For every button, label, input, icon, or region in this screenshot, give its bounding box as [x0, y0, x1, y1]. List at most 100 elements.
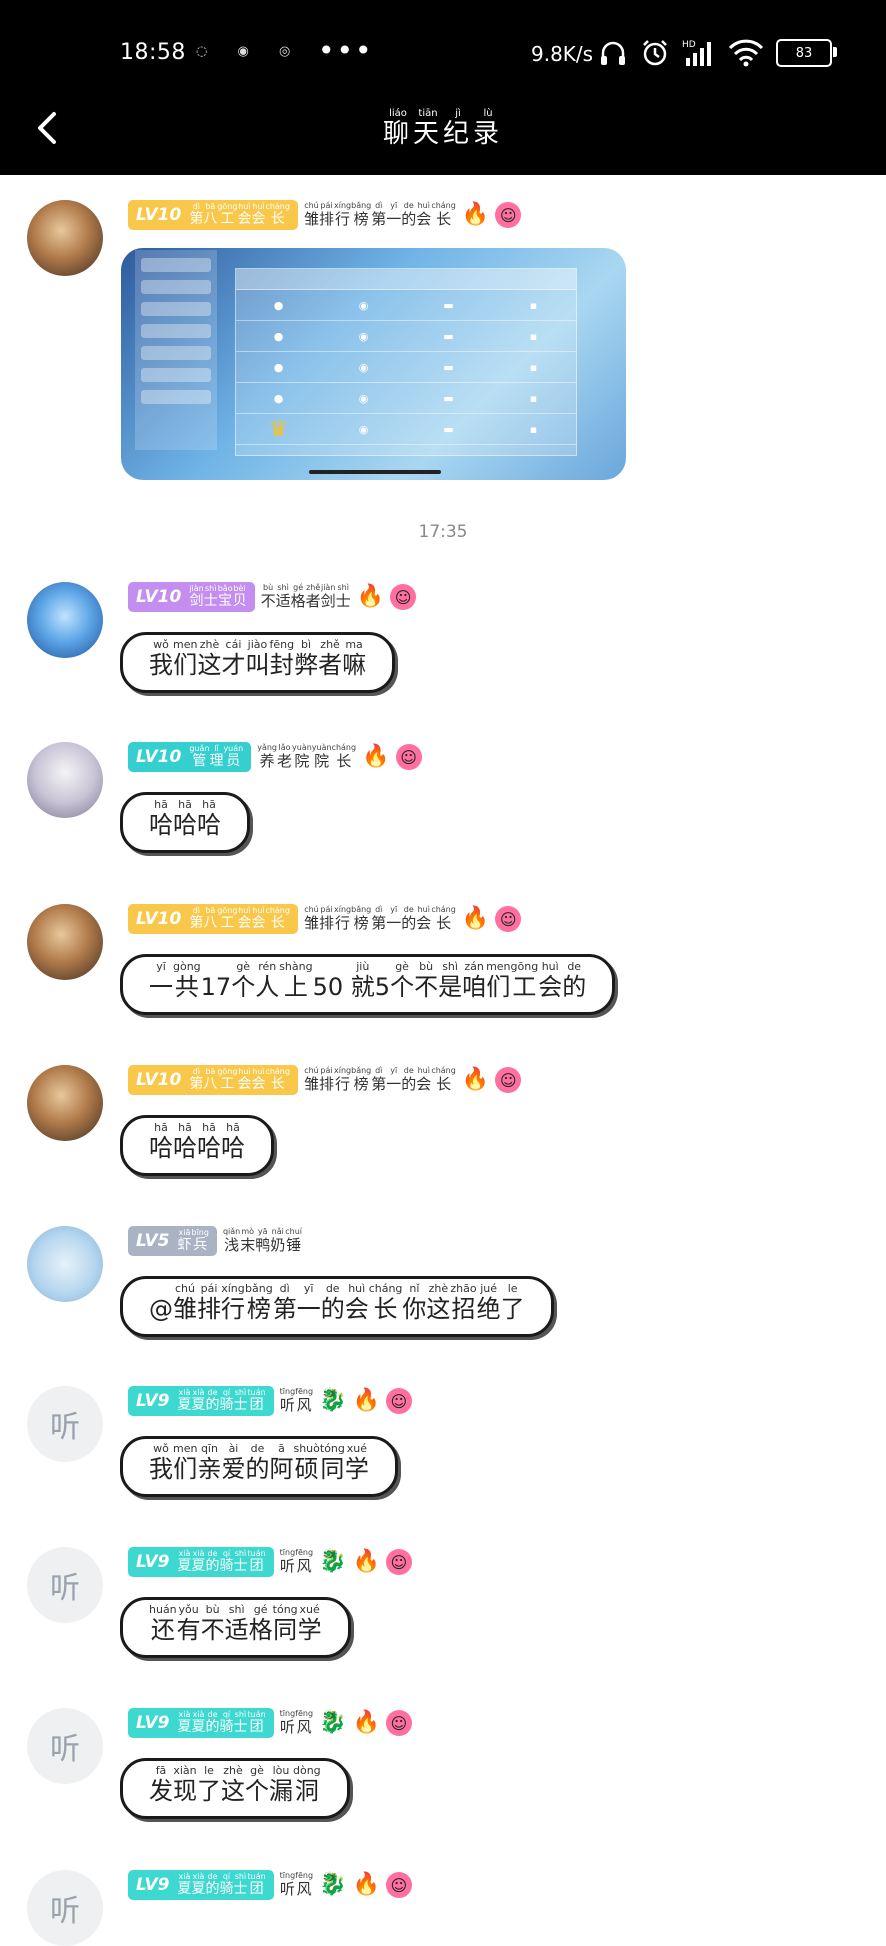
dragon-icon: 🐉	[319, 1388, 347, 1413]
smiley-badge-icon: ☺	[495, 202, 522, 228]
level-badge: LV10 管guǎn理lǐ员yuán	[128, 742, 252, 772]
nickname[interactable]: 养yǎng老lǎo院yuàn院yuàn长cháng	[257, 743, 356, 771]
message-bubble[interactable]: 我wǒ们men亲qīn爱ài的de阿ā硕shuò同tóng学xué	[120, 1436, 398, 1497]
home-indicator-bar	[309, 470, 441, 474]
avatar[interactable]	[27, 1226, 103, 1302]
message-bubble[interactable]: 我wǒ们men这zhè才cái叫jiào封fēng弊bì者zhě嘛ma	[120, 632, 396, 693]
battery-level: 83	[795, 45, 813, 61]
nickname[interactable]: 浅qiǎn末mò鸭yā奶nǎi锤chuí	[223, 1227, 302, 1255]
fire-icon: 🔥	[356, 584, 385, 609]
role-title: 夏xià夏xià的de骑qí士shì团tuán	[177, 1710, 266, 1735]
level-text: LV10	[136, 205, 182, 225]
message-meta: LV10 剑jiàn士shì宝bǎo贝bèi 不bù适shì格gé者zhě剑ji…	[128, 582, 417, 612]
shared-screenshot-image[interactable]: ● ◉ ▬ ▪ ● ◉ ▬ ▪ ● ◉ ▬ ▪ ● ◉ ▬ ▪ ♛ ◉ ▬ ▪	[121, 248, 626, 480]
role-title: 夏xià夏xià的de骑qí士shì团tuán	[177, 1549, 266, 1574]
avatar[interactable]: 听	[27, 1708, 103, 1784]
role-title: 虾xiā兵bīng	[177, 1228, 209, 1253]
role-title: 第dì八bā工gōng会huì会huì长cháng	[189, 202, 290, 227]
smiley-badge-icon: ☺	[385, 1872, 412, 1898]
status-bar: 18:58 ◌ ◉ ◎ ••• 9.8K/s HD 83	[0, 0, 886, 108]
nickname[interactable]: 听tīng风fēng	[280, 1709, 313, 1737]
message-bubble[interactable]: 哈hā哈hā哈hā哈hā	[120, 1115, 274, 1176]
role-title: 第dì八bā工gōng会huì会huì长cháng	[189, 906, 290, 931]
avatar[interactable]: 听	[27, 1386, 103, 1462]
level-badge: LV10 第dì八bā工gōng会huì会huì长cháng	[128, 1065, 298, 1095]
message-bubble[interactable]: 一yī共gòng17个gè人rén上shàng50 就jiù5个gè不bù是sh…	[120, 954, 616, 1015]
avatar[interactable]	[27, 582, 103, 658]
message-meta: LV9 夏xià夏xià的de骑qí士shì团tuán 听tīng风fēng 🐉…	[128, 1870, 412, 1900]
message-bubble[interactable]: @雏chú排pái行xíng榜bǎng第dì一yī的de会huì长cháng你n…	[120, 1276, 554, 1337]
smiley-badge-icon: ☺	[395, 744, 422, 770]
nickname[interactable]: 雏chú排pái行xíng榜bǎng第dì一yī的de会huì长cháng	[304, 905, 456, 933]
fire-icon: 🔥	[352, 1388, 380, 1413]
battery-indicator: 83	[776, 39, 837, 67]
level-badge: LV9 夏xià夏xià的de骑qí士shì团tuán	[128, 1870, 274, 1900]
fire-icon: 🔥	[461, 1067, 490, 1092]
role-title: 夏xià夏xià的de骑qí士shì团tuán	[177, 1872, 266, 1897]
message-bubble[interactable]: 哈hā哈hā哈hā	[120, 792, 250, 853]
role-title: 剑jiàn士shì宝bǎo贝bèi	[189, 584, 247, 609]
status-right-icons: HD 83	[598, 38, 837, 68]
level-text: LV10	[136, 747, 182, 767]
dragon-icon: 🐉	[319, 1872, 347, 1897]
nickname[interactable]: 雏chú排pái行xíng榜bǎng第dì一yī的de会huì长cháng	[304, 1066, 456, 1094]
level-badge: LV10 剑jiàn士shì宝bǎo贝bèi	[128, 582, 255, 612]
level-badge: LV9 夏xià夏xià的de骑qí士shì团tuán	[128, 1547, 274, 1577]
wifi-icon	[728, 39, 764, 67]
level-text: LV9	[136, 1391, 170, 1411]
page-title-text: 聊liáo天tiān纪jì录lù	[382, 108, 504, 149]
notification-icon: ◎	[278, 44, 291, 59]
level-text: LV9	[136, 1875, 170, 1895]
nickname[interactable]: 不bù适shì格gé者zhě剑jiàn士shì	[261, 583, 351, 611]
message-meta: LV9 夏xià夏xià的de骑qí士shì团tuán 听tīng风fēng 🐉…	[128, 1386, 412, 1416]
header: 聊liáo天tiān纪jì录lù	[0, 108, 886, 175]
message-bubble[interactable]: 发fā现xiàn了le这zhè个gè漏lòu洞dòng	[120, 1758, 350, 1819]
level-text: LV9	[136, 1713, 170, 1733]
notification-icon: ◌	[196, 44, 208, 59]
notification-icon: ◉	[237, 44, 249, 59]
fire-icon: 🔥	[352, 1872, 380, 1897]
smiley-badge-icon: ☺	[385, 1549, 412, 1575]
avatar[interactable]	[27, 200, 103, 276]
headset-icon	[601, 41, 625, 65]
avatar[interactable]: 听	[27, 1547, 103, 1623]
screenshot-sidebar	[135, 250, 217, 450]
message-meta: LV5 虾xiā兵bīng 浅qiǎn末mò鸭yā奶nǎi锤chuí	[128, 1226, 302, 1256]
fire-icon: 🔥	[362, 744, 390, 769]
nickname[interactable]: 听tīng风fēng	[280, 1871, 313, 1899]
level-badge: LV10 第dì八bā工gōng会huì会huì长cháng	[128, 200, 298, 230]
avatar[interactable]	[27, 1065, 103, 1141]
time-separator: 17:35	[418, 522, 468, 542]
nickname[interactable]: 雏chú排pái行xíng榜bǎng第dì一yī的de会huì长cháng	[304, 201, 456, 229]
status-notification-icons: ◌ ◉ ◎	[196, 44, 316, 59]
smiley-badge-icon: ☺	[385, 1388, 412, 1414]
dragon-icon: 🐉	[319, 1710, 347, 1735]
smiley-badge-icon: ☺	[385, 1710, 412, 1736]
smiley-badge-icon: ☺	[495, 906, 522, 932]
nickname[interactable]: 听tīng风fēng	[280, 1548, 313, 1576]
message-meta: LV10 第dì八bā工gōng会huì会huì长cháng 雏chú排pái行…	[128, 200, 522, 230]
avatar[interactable]: 听	[27, 1870, 103, 1946]
more-notifications-icon: •••	[318, 34, 374, 67]
fire-icon: 🔥	[461, 202, 490, 227]
dragon-icon: 🐉	[319, 1549, 347, 1574]
level-badge: LV10 第dì八bā工gōng会huì会huì长cháng	[128, 904, 298, 934]
level-badge: LV5 虾xiā兵bīng	[128, 1226, 217, 1256]
role-title: 第dì八bā工gōng会huì会huì长cháng	[189, 1067, 290, 1092]
message-meta: LV9 夏xià夏xià的de骑qí士shì团tuán 听tīng风fēng 🐉…	[128, 1708, 412, 1738]
level-text: LV5	[136, 1231, 170, 1251]
level-text: LV10	[136, 909, 182, 929]
message-meta: LV10 管guǎn理lǐ员yuán 养yǎng老lǎo院yuàn院yuàn长c…	[128, 742, 422, 772]
role-title: 夏xià夏xià的de骑qí士shì团tuán	[177, 1388, 266, 1413]
message-bubble[interactable]: 还huán有yǒu不bù适shì格gé同tóng学xué	[120, 1597, 351, 1658]
role-title: 管guǎn理lǐ员yuán	[189, 744, 244, 769]
level-text: LV10	[136, 1070, 182, 1090]
level-text: LV9	[136, 1552, 170, 1572]
nickname[interactable]: 听tīng风fēng	[280, 1387, 313, 1415]
level-badge: LV9 夏xià夏xià的de骑qí士shì团tuán	[128, 1386, 274, 1416]
avatar[interactable]	[27, 904, 103, 980]
fire-icon: 🔥	[461, 906, 490, 931]
level-badge: LV9 夏xià夏xià的de骑qí士shì团tuán	[128, 1708, 274, 1738]
alarm-icon	[643, 40, 667, 66]
avatar[interactable]	[27, 742, 103, 818]
